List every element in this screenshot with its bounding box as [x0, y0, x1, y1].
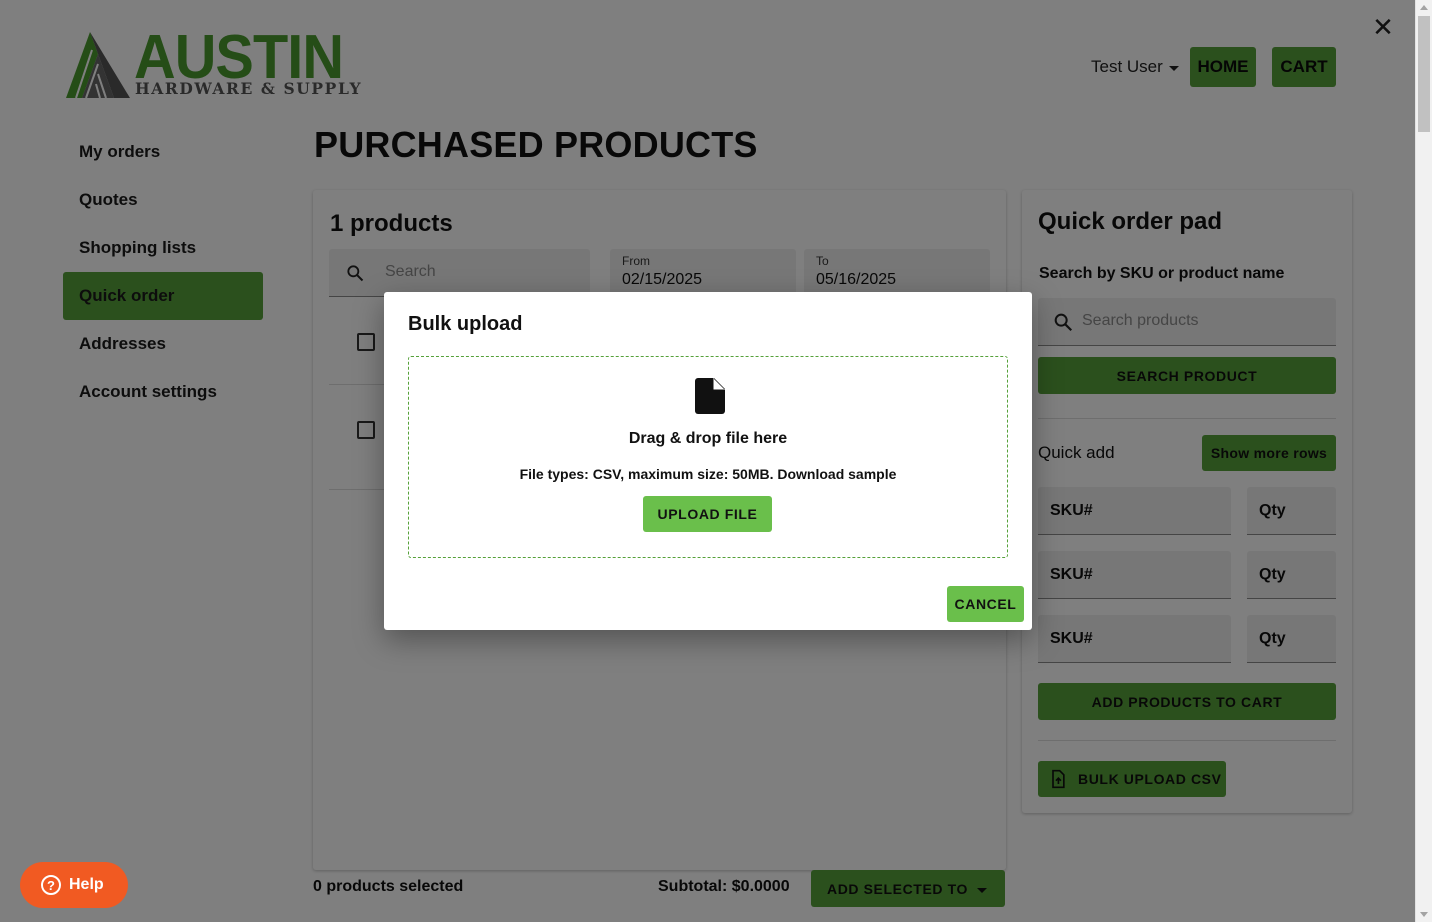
upload-file-button[interactable]: UPLOAD FILE — [643, 496, 772, 532]
file-dropzone[interactable]: Drag & drop file here File types: CSV, m… — [408, 356, 1008, 558]
download-sample-link[interactable]: Download sample — [777, 466, 896, 482]
help-question-icon: ? — [41, 875, 61, 895]
scroll-down-icon[interactable] — [1420, 912, 1428, 917]
scrollbar-thumb[interactable] — [1418, 16, 1430, 132]
scroll-up-icon[interactable] — [1420, 5, 1428, 10]
file-types-text: File types: CSV, maximum size: 50MB. — [519, 466, 778, 482]
file-info: File types: CSV, maximum size: 50MB. Dow… — [409, 466, 1007, 482]
bulk-upload-dialog: Bulk upload Drag & drop file here File t… — [384, 292, 1032, 630]
page-scrollbar[interactable] — [1415, 0, 1432, 922]
help-label: Help — [69, 876, 104, 893]
file-icon — [695, 378, 725, 414]
help-button[interactable]: ? Help — [20, 862, 128, 908]
cancel-button[interactable]: CANCEL — [947, 586, 1024, 622]
drop-heading: Drag & drop file here — [628, 430, 788, 447]
dialog-title: Bulk upload — [408, 313, 523, 335]
